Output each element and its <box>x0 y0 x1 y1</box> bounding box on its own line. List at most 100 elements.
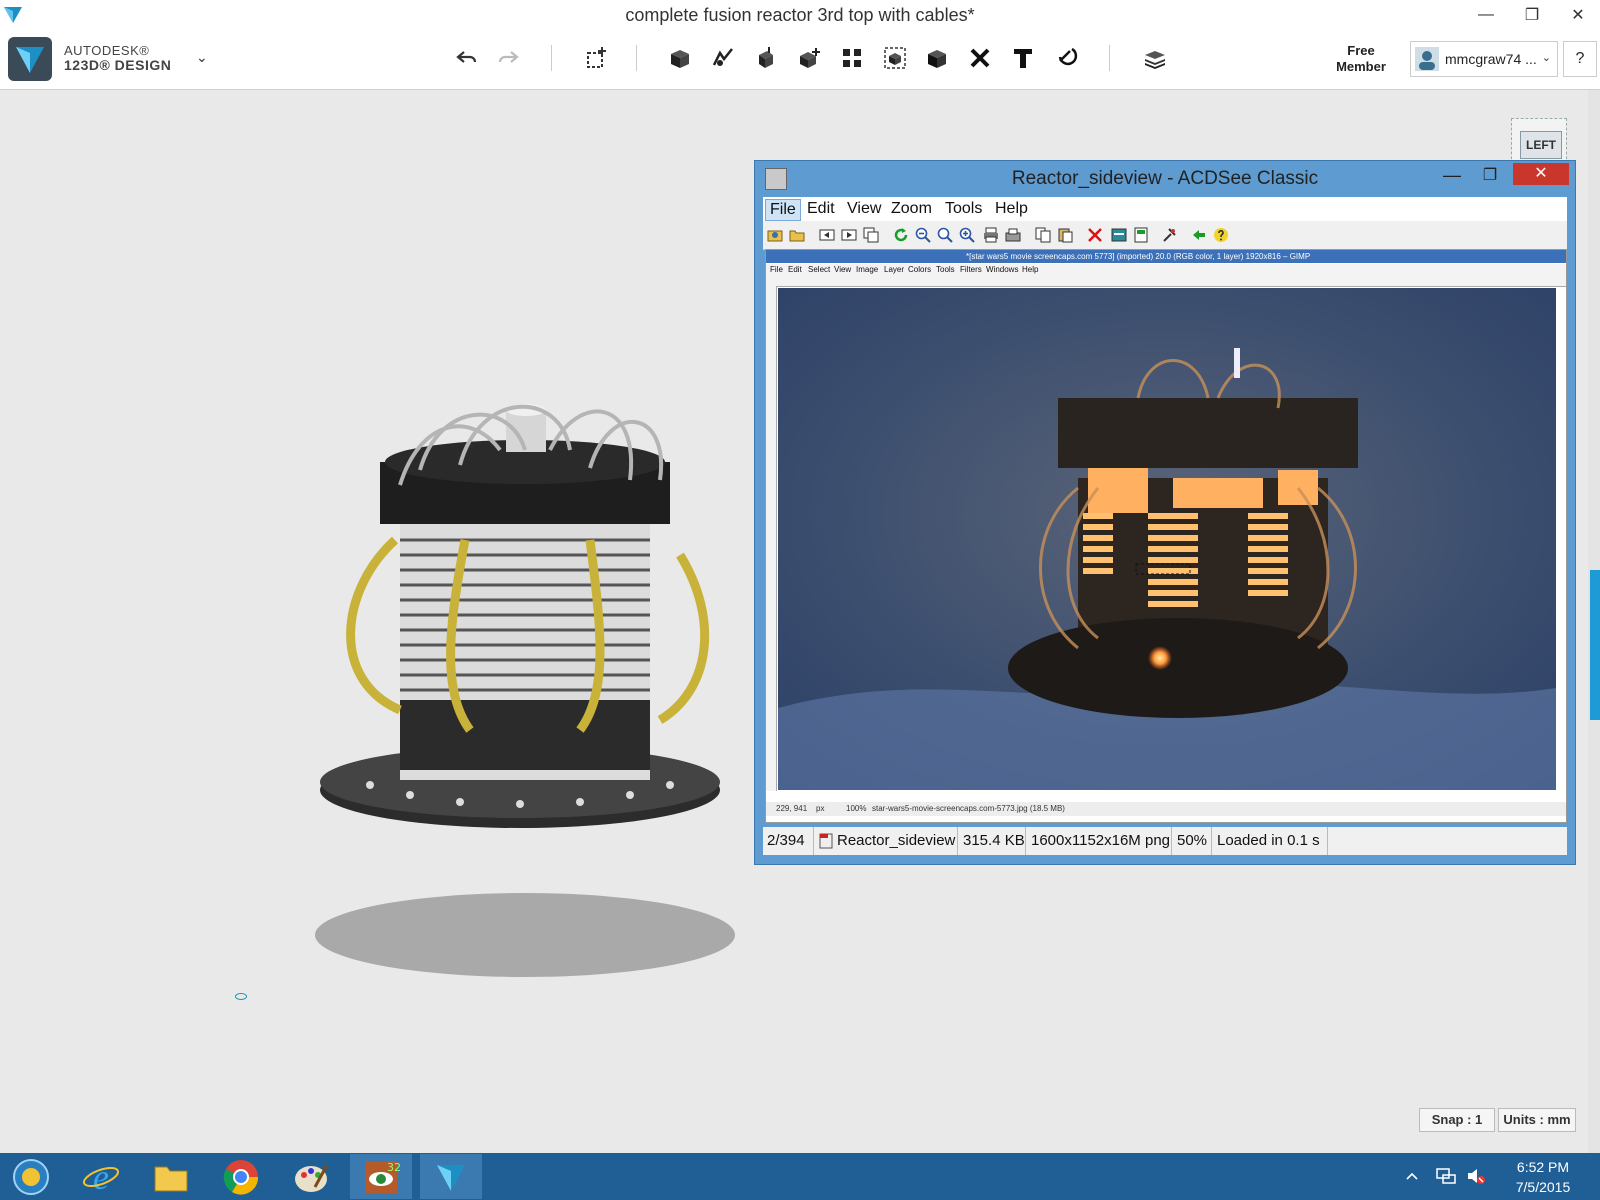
measure-icon[interactable] <box>965 43 995 73</box>
print-icon[interactable] <box>983 227 999 243</box>
help-button[interactable]: ? <box>1563 41 1597 77</box>
image-filename: Reactor_sideview <box>837 832 956 849</box>
avatar <box>1415 47 1439 71</box>
next-image-icon[interactable] <box>841 227 857 243</box>
gimp-menu-select: Select <box>808 265 831 274</box>
help-icon[interactable] <box>1213 227 1229 243</box>
zoom-in-icon[interactable] <box>959 227 975 243</box>
group-icon[interactable] <box>880 43 910 73</box>
gimp-menu-colors: Colors <box>908 265 932 274</box>
username-label: mmcgraw74 ... <box>1445 51 1537 67</box>
model-lower-ring <box>400 700 650 770</box>
gimp-zoom-select: 100% <box>846 804 867 813</box>
system-clock[interactable]: 6:52 PM 7/5/2015 <box>1498 1157 1588 1197</box>
gimp-menu-tools: Tools <box>936 265 955 274</box>
window-title: complete fusion reactor 3rd top with cab… <box>625 5 975 25</box>
membership-label[interactable]: Free Member <box>1326 43 1396 75</box>
side-panel-tab[interactable] <box>1590 570 1600 720</box>
gimp-pointer-coords: 229, 941 <box>776 804 808 813</box>
minimize-button[interactable]: — <box>1463 0 1509 29</box>
menu-help[interactable]: Help <box>991 199 1032 219</box>
acdsee-title-bar[interactable]: Reactor_sideview - ACDSee Classic — ❐ ✕ <box>755 161 1575 195</box>
combine-icon[interactable] <box>922 43 952 73</box>
gimp-unit-select: px <box>816 804 825 813</box>
paint-icon[interactable] <box>280 1154 342 1199</box>
sketch-icon[interactable] <box>708 43 738 73</box>
undo-icon[interactable] <box>452 43 482 73</box>
svg-text:32: 32 <box>387 1161 401 1174</box>
modify-icon[interactable] <box>794 43 824 73</box>
volume-muted-icon[interactable] <box>1465 1165 1487 1187</box>
view-cube-face[interactable]: LEFT <box>1520 131 1562 159</box>
acdsee-taskbar-icon[interactable]: 32 <box>350 1154 412 1199</box>
status-filename: Reactor_sideview <box>815 827 958 855</box>
primitives-icon[interactable] <box>665 43 695 73</box>
close-button[interactable]: ✕ <box>1555 0 1600 29</box>
construct-icon[interactable] <box>751 43 781 73</box>
gimp-menu-bar: File Edit Select View Image Layer Colors… <box>766 264 1566 276</box>
pattern-icon[interactable] <box>837 43 867 73</box>
units-setting[interactable]: Units : mm <box>1498 1108 1576 1132</box>
maximize-button[interactable]: ❐ <box>1509 0 1555 29</box>
open-folder-icon[interactable] <box>789 227 805 243</box>
file-explorer-icon[interactable] <box>140 1154 202 1199</box>
chrome-icon[interactable] <box>210 1154 272 1199</box>
zoom-out-icon[interactable] <box>915 227 931 243</box>
properties-icon[interactable] <box>1111 227 1127 243</box>
brand-line2: 123D® DESIGN <box>64 57 172 73</box>
delete-icon[interactable] <box>1087 227 1103 243</box>
app-menu-chevron-icon[interactable]: ⌄ <box>196 49 208 66</box>
image-index: 2/394 <box>763 827 814 855</box>
toolbar-divider <box>551 45 552 71</box>
zoom-fit-icon[interactable] <box>937 227 953 243</box>
menu-edit[interactable]: Edit <box>803 199 839 219</box>
text-icon[interactable] <box>1008 43 1038 73</box>
gimp-menu-image: Image <box>856 265 879 274</box>
transform-icon[interactable] <box>582 43 612 73</box>
previous-image-icon[interactable] <box>819 227 835 243</box>
taskbar: e 32 6:52 PM 7/5/2015 <box>0 1153 1600 1200</box>
clock-date: 7/5/2015 <box>1515 1179 1571 1195</box>
browse-icon[interactable] <box>767 227 783 243</box>
menu-view[interactable]: View <box>843 199 885 219</box>
gimp-file-info: star-wars5-movie-screencaps.com-5773.jpg… <box>872 804 1065 813</box>
network-icon[interactable] <box>1435 1165 1457 1187</box>
gimp-title-bar: *[star wars5 movie screencaps.com 5773] … <box>766 250 1566 263</box>
view-cube[interactable]: LEFT <box>1511 118 1567 164</box>
fullscreen-icon[interactable] <box>1133 227 1149 243</box>
menu-file[interactable]: File <box>765 199 801 221</box>
show-hidden-icons-icon[interactable] <box>1405 1170 1419 1182</box>
snap-icon[interactable] <box>1052 43 1082 73</box>
clock-time: 6:52 PM <box>1516 1159 1570 1175</box>
internet-explorer-icon[interactable]: e <box>70 1154 132 1199</box>
acdsee-maximize-button[interactable]: ❐ <box>1473 165 1507 191</box>
acdsee-image-view[interactable]: *[star wars5 movie screencaps.com 5773] … <box>765 249 1567 823</box>
png-file-icon <box>819 833 833 849</box>
origin-marker-icon <box>235 993 247 1000</box>
slideshow-icon[interactable] <box>863 227 879 243</box>
menu-zoom[interactable]: Zoom <box>887 199 936 219</box>
gimp-ruler-vertical <box>766 286 777 791</box>
toolbar-divider <box>636 45 637 71</box>
menu-tools[interactable]: Tools <box>941 199 986 219</box>
material-icon[interactable] <box>1140 43 1170 73</box>
acdsee-window[interactable]: Reactor_sideview - ACDSee Classic — ❐ ✕ … <box>754 160 1576 865</box>
start-orb-icon[interactable] <box>0 1154 62 1199</box>
copy-icon[interactable] <box>1035 227 1051 243</box>
user-account-menu[interactable]: mmcgraw74 ... ⌄ <box>1410 41 1558 77</box>
123d-design-taskbar-icon[interactable] <box>420 1154 482 1199</box>
redo-icon[interactable] <box>493 43 523 73</box>
rotate-icon[interactable] <box>893 227 909 243</box>
acdsee-close-button[interactable]: ✕ <box>1513 163 1569 185</box>
gimp-window-title: *[star wars5 movie screencaps.com 5773] … <box>966 252 1311 261</box>
svg-text:e: e <box>93 1157 109 1197</box>
acquire-icon[interactable] <box>1005 227 1021 243</box>
back-icon[interactable] <box>1191 227 1207 243</box>
tools-icon[interactable] <box>1161 227 1177 243</box>
acdsee-minimize-button[interactable]: — <box>1435 165 1469 191</box>
123d-logo-icon[interactable] <box>8 37 52 81</box>
reactor-model[interactable] <box>310 390 750 1000</box>
paste-icon[interactable] <box>1057 227 1073 243</box>
snap-setting[interactable]: Snap : 1 <box>1419 1108 1495 1132</box>
gimp-menu-file: File <box>770 265 783 274</box>
